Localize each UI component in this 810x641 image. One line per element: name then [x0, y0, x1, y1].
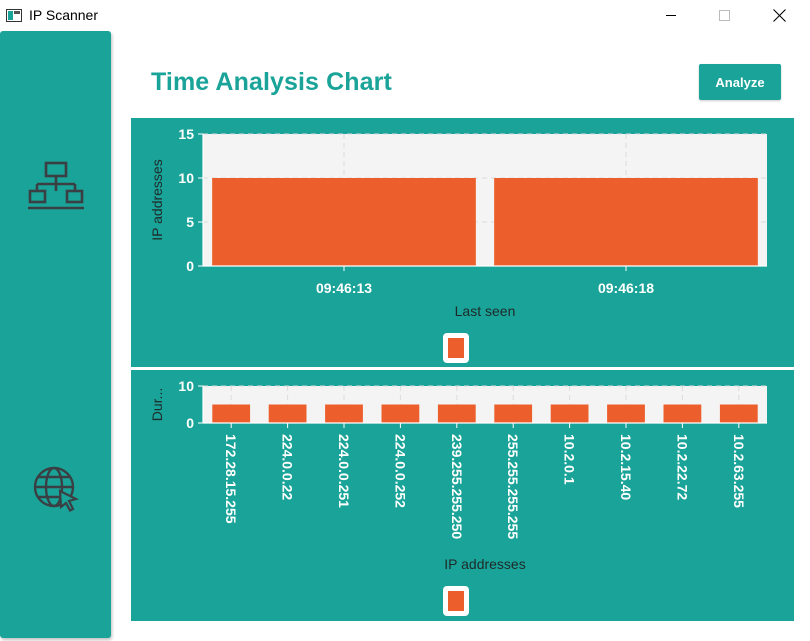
x-tick-label: 10.2.63.255 [731, 434, 747, 508]
x-tick-label: 09:46:13 [316, 280, 372, 296]
ip-duration-bar-chart: 0 10 172.28.15.255 224.0.0.22 224.0.0.251 224… [149, 378, 767, 572]
bar [325, 404, 363, 423]
app-window: IP Scanner Time Analysis Chart Analyze 0… [0, 0, 810, 641]
legend-chip [443, 586, 469, 616]
close-icon [773, 9, 786, 22]
x-tick-label: 10.2.15.40 [618, 434, 634, 500]
x-tick-label: 255.255.255.255 [505, 434, 521, 539]
page-title: Time Analysis Chart [151, 68, 392, 96]
legend-swatch [448, 338, 464, 358]
last-seen-chart-panel: 0 5 10 15 09:46:13 09:46:18 Last seen IP addres… [131, 118, 794, 367]
x-axis-label: IP addresses [444, 556, 525, 572]
maximize-icon [719, 10, 730, 21]
bar [663, 404, 702, 423]
y-axis-label: IP addresses [149, 159, 165, 240]
bar [607, 404, 645, 423]
x-tick-label: 10.2.0.1 [562, 434, 578, 485]
maximize-button[interactable] [702, 0, 747, 31]
bar [268, 404, 307, 423]
x-tick-label: 239.255.255.250 [449, 434, 465, 539]
bar [719, 404, 758, 423]
title-bar: IP Scanner [0, 0, 810, 31]
globe-cursor-icon [33, 466, 79, 512]
y-tick-label: 10 [178, 170, 194, 186]
x-tick-label: 224.0.0.252 [392, 434, 408, 508]
bar [494, 404, 533, 423]
y-tick-label: 15 [178, 126, 194, 142]
bar [550, 404, 589, 423]
x-tick-label: 10.2.22.72 [674, 434, 690, 500]
minimize-button[interactable] [648, 0, 693, 31]
sidebar [0, 31, 111, 638]
bar [381, 404, 420, 423]
bar [494, 178, 758, 266]
minimize-icon [665, 15, 676, 16]
x-tick-label: 172.28.15.255 [223, 434, 239, 524]
x-tick-label: 224.0.0.251 [336, 434, 352, 508]
analyze-button[interactable]: Analyze [699, 64, 781, 100]
bar [212, 404, 251, 423]
y-tick-label: 0 [186, 415, 194, 431]
sidebar-item-network[interactable] [23, 153, 89, 219]
sidebar-item-web[interactable] [23, 456, 89, 522]
x-tick-label: 224.0.0.22 [280, 434, 296, 500]
x-axis-label: Last seen [455, 303, 516, 319]
x-tick-label: 09:46:18 [598, 280, 654, 296]
legend-swatch [448, 591, 464, 611]
y-tick-label: 5 [186, 214, 194, 230]
network-topology-icon [28, 161, 84, 210]
close-button[interactable] [757, 0, 802, 31]
y-axis-label: Dur... [149, 388, 165, 421]
window-title: IP Scanner [29, 7, 99, 23]
bar [437, 404, 476, 423]
app-icon [6, 9, 22, 22]
ip-duration-chart-panel: 0 10 172.28.15.255 224.0.0.22 224.0.0.251 224… [131, 370, 794, 621]
bar [212, 178, 476, 266]
legend-chip [443, 333, 469, 363]
last-seen-bar-chart: 0 5 10 15 09:46:13 09:46:18 Last seen IP addres… [149, 126, 767, 319]
y-tick-label: 0 [186, 258, 194, 274]
y-tick-label: 10 [178, 378, 194, 394]
